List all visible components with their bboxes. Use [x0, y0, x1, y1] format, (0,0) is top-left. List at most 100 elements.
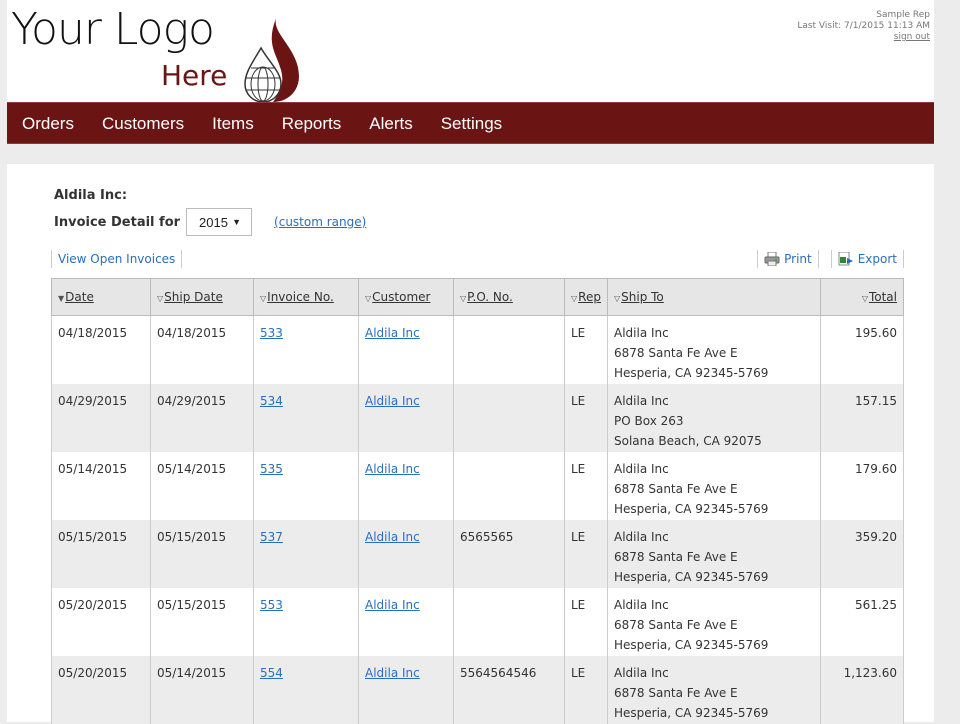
- sort-link-rep[interactable]: Rep: [578, 290, 601, 304]
- ship-to-address: Aldila Inc 6878 Santa Fe Ave E Hesperia, C…: [614, 595, 814, 655]
- invoice-link[interactable]: 535: [260, 462, 283, 476]
- invoice-detail-filter: Invoice Detail for 2015 ▼ (custom range): [54, 208, 366, 236]
- rep-value: LE: [571, 665, 586, 680]
- date-value: 05/20/2015: [58, 597, 128, 612]
- cell-ship-to: Aldila Inc 6878 Santa Fe Ave E Hesperia, C…: [607, 519, 821, 588]
- cell-invoice-no: 534: [253, 383, 359, 452]
- view-open-invoices-link[interactable]: View Open Invoices: [51, 250, 183, 268]
- rep-value: LE: [571, 326, 586, 340]
- table-row: 05/20/2015 05/14/2015 554 Aldila Inc 5564564…: [51, 655, 904, 724]
- sort-link-customer[interactable]: Customer: [372, 290, 430, 304]
- sort-link-ship-date[interactable]: Ship Date: [164, 290, 223, 304]
- total-value: 195.60: [855, 326, 897, 340]
- customer-link[interactable]: Aldila Inc: [365, 666, 420, 680]
- nav-item-customers[interactable]: Customers: [95, 103, 191, 145]
- nav-item-reports[interactable]: Reports: [275, 103, 349, 145]
- customer-link[interactable]: Aldila Inc: [365, 394, 420, 408]
- cell-date: 05/20/2015: [51, 655, 151, 724]
- customer-link[interactable]: Aldila Inc: [365, 462, 420, 476]
- po-value: 5564564546: [460, 665, 537, 680]
- print-button[interactable]: Print: [757, 250, 819, 268]
- invoice-table: ▼Date ▽Ship Date ▽Invoice No. ▽Customer …: [51, 278, 904, 724]
- ship-to-address: Aldila Inc PO Box 263 Solana Beach, CA 920…: [614, 391, 814, 451]
- sort-link-ship-to[interactable]: Ship To: [621, 290, 664, 304]
- sign-out-link[interactable]: sign out: [894, 32, 930, 42]
- rep-value: LE: [571, 393, 586, 408]
- invoice-link[interactable]: 533: [260, 326, 283, 340]
- column-header-po-no[interactable]: ▽P.O. No.: [453, 278, 565, 316]
- invoice-link[interactable]: 553: [260, 598, 283, 612]
- cell-rep: LE: [564, 519, 608, 588]
- column-header-customer[interactable]: ▽Customer: [358, 278, 454, 316]
- cell-date: 05/20/2015: [51, 587, 151, 656]
- cell-date: 05/14/2015: [51, 451, 151, 520]
- invoice-link[interactable]: 537: [260, 530, 283, 544]
- column-header-rep[interactable]: ▽Rep: [564, 278, 608, 316]
- printer-icon: [764, 252, 780, 266]
- date-value: 05/15/2015: [58, 529, 128, 544]
- export-button[interactable]: Export: [830, 250, 904, 268]
- ship-to-line: 6878 Santa Fe Ave E: [614, 346, 738, 360]
- customer-link[interactable]: Aldila Inc: [365, 326, 420, 340]
- invoice-link[interactable]: 554: [260, 666, 283, 680]
- cell-ship-to: Aldila Inc 6878 Santa Fe Ave E Hesperia, C…: [607, 587, 821, 656]
- content: Aldila Inc: Invoice Detail for 2015 ▼ (c…: [7, 164, 934, 724]
- column-header-date[interactable]: ▼Date: [51, 278, 151, 316]
- date-value: 04/18/2015: [58, 326, 128, 340]
- cell-rep: LE: [564, 655, 608, 724]
- ship-to-line: Aldila Inc: [614, 461, 669, 476]
- cell-total: 179.60: [820, 451, 904, 520]
- customer-link[interactable]: Aldila Inc: [365, 530, 420, 544]
- user-name: Sample Rep: [876, 10, 930, 20]
- nav-item-settings[interactable]: Settings: [434, 103, 509, 145]
- flame-globe-icon: [244, 16, 299, 103]
- column-header-ship-date[interactable]: ▽Ship Date: [150, 278, 254, 316]
- table-row: 04/18/2015 04/18/2015 533 Aldila Inc LE Aldil…: [51, 315, 904, 384]
- logo[interactable]: Your Logo Here: [11, 4, 311, 103]
- ship-to-line: Solana Beach, CA 92075: [614, 433, 762, 448]
- cell-po-no: [453, 383, 565, 452]
- invoice-link[interactable]: 534: [260, 394, 283, 408]
- ship-to-line: Aldila Inc: [614, 597, 669, 612]
- ship-to-address: Aldila Inc 6878 Santa Fe Ave E Hesperia, C…: [614, 459, 814, 519]
- ship-to-line: PO Box 263: [614, 413, 684, 428]
- invoice-detail-label: Invoice Detail for: [54, 214, 181, 230]
- sort-link-po-no[interactable]: P.O. No.: [467, 290, 513, 304]
- ship-to-line: Aldila Inc: [614, 393, 669, 408]
- last-visit: Last Visit: 7/1/2015 11:13 AM: [797, 21, 930, 31]
- column-header-ship-to[interactable]: ▽Ship To: [607, 278, 821, 316]
- sort-link-date[interactable]: Date: [65, 290, 94, 304]
- cell-po-no: [453, 451, 565, 520]
- cell-ship-to: Aldila Inc 6878 Santa Fe Ave E Hesperia, C…: [607, 451, 821, 520]
- cell-ship-date: 05/15/2015: [150, 587, 254, 656]
- date-value: 04/29/2015: [58, 393, 128, 408]
- ship-to-address: Aldila Inc 6878 Santa Fe Ave E Hesperia, C…: [614, 527, 814, 587]
- customer-link[interactable]: Aldila Inc: [365, 598, 420, 612]
- custom-range-link[interactable]: (custom range): [274, 215, 366, 229]
- nav-item-orders[interactable]: Orders: [15, 103, 81, 145]
- ship-to-line: Aldila Inc: [614, 665, 669, 680]
- ship-to-line: Hesperia, CA 92345-5769: [614, 705, 769, 720]
- sort-icon: ▽: [571, 294, 578, 303]
- ship-to-line: 6878 Santa Fe Ave E: [614, 481, 738, 496]
- ship-to-line: 6878 Santa Fe Ave E: [614, 617, 738, 632]
- nav-item-alerts[interactable]: Alerts: [362, 103, 419, 145]
- sort-link-total[interactable]: Total: [869, 290, 897, 304]
- table-row: 05/15/2015 05/15/2015 537 Aldila Inc 6565565…: [51, 519, 904, 588]
- column-header-invoice-no[interactable]: ▽Invoice No.: [253, 278, 359, 316]
- nav-item-items[interactable]: Items: [205, 103, 261, 145]
- column-header-total[interactable]: ▽Total: [820, 278, 904, 316]
- ship-to-address: Aldila Inc 6878 Santa Fe Ave E Hesperia, C…: [614, 323, 814, 383]
- sort-icon: ▽: [157, 294, 164, 303]
- year-select[interactable]: 2015 ▼: [186, 208, 253, 236]
- rep-value: LE: [571, 529, 586, 544]
- export-spreadsheet-icon: [838, 252, 853, 266]
- cell-date: 04/18/2015: [51, 315, 151, 384]
- total-value: 561.25: [855, 597, 897, 612]
- cell-rep: LE: [564, 451, 608, 520]
- cell-po-no: 5564564546: [453, 655, 565, 724]
- cell-customer: Aldila Inc: [358, 383, 454, 452]
- ship-to-line: 6878 Santa Fe Ave E: [614, 549, 738, 564]
- ship-to-line: 6878 Santa Fe Ave E: [614, 685, 738, 700]
- sort-link-invoice-no[interactable]: Invoice No.: [267, 290, 334, 304]
